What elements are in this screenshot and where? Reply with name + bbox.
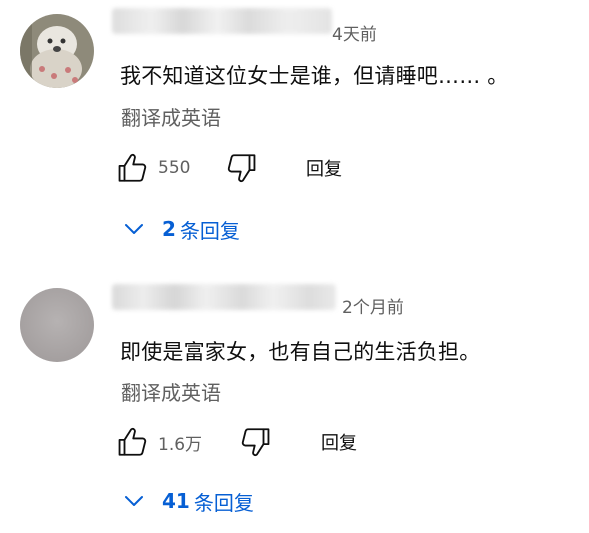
- chevron-down-icon: [124, 223, 162, 235]
- avatar[interactable]: [20, 14, 94, 88]
- comment-text: 我不知道这位女士是谁，但请睡吧…… 。: [120, 64, 509, 88]
- translate-link[interactable]: 翻译成英语: [121, 377, 221, 406]
- comment-thread: 2个月前 即使是富家女，也有自己的生活负担。 翻译成英语 1.6万 回复 41 …: [0, 272, 589, 533]
- like-count: 1.6万: [158, 434, 203, 455]
- reply-count: 41: [162, 489, 190, 513]
- avatar[interactable]: [20, 288, 94, 362]
- comment-actions: 550 回复: [116, 150, 376, 186]
- translate-link[interactable]: 翻译成英语: [121, 102, 221, 131]
- like-button[interactable]: 1.6万: [116, 424, 202, 460]
- author-name-redacted[interactable]: [112, 8, 332, 34]
- comment-text: 即使是富家女，也有自己的生活负担。: [120, 340, 481, 364]
- comment-timestamp[interactable]: 4天前: [332, 20, 377, 45]
- dislike-button[interactable]: [238, 424, 272, 460]
- view-replies-button[interactable]: 41 条回复: [124, 484, 254, 518]
- thumb-down-icon: [238, 425, 272, 459]
- author-name-redacted[interactable]: [112, 284, 336, 310]
- reply-count-label: 条回复: [193, 490, 254, 515]
- chevron-down-icon: [124, 495, 162, 507]
- reply-button[interactable]: 回复: [306, 150, 342, 186]
- comment-timestamp[interactable]: 2个月前: [342, 293, 404, 318]
- thumb-up-icon: [116, 151, 150, 185]
- thumb-up-icon: [116, 425, 150, 459]
- view-replies-button[interactable]: 2 条回复: [124, 212, 240, 246]
- dislike-button[interactable]: [224, 150, 258, 186]
- comment-actions: 1.6万 回复: [116, 424, 376, 460]
- reply-count: 2: [162, 217, 176, 241]
- reply-count-label: 条回复: [179, 218, 240, 243]
- like-count: 550: [158, 158, 191, 178]
- reply-button[interactable]: 回复: [321, 424, 357, 460]
- thumb-down-icon: [224, 151, 258, 185]
- like-button[interactable]: 550: [116, 150, 190, 186]
- comment-thread: 4天前 我不知道这位女士是谁，但请睡吧…… 。 翻译成英语 550 回复 2 条…: [0, 0, 589, 268]
